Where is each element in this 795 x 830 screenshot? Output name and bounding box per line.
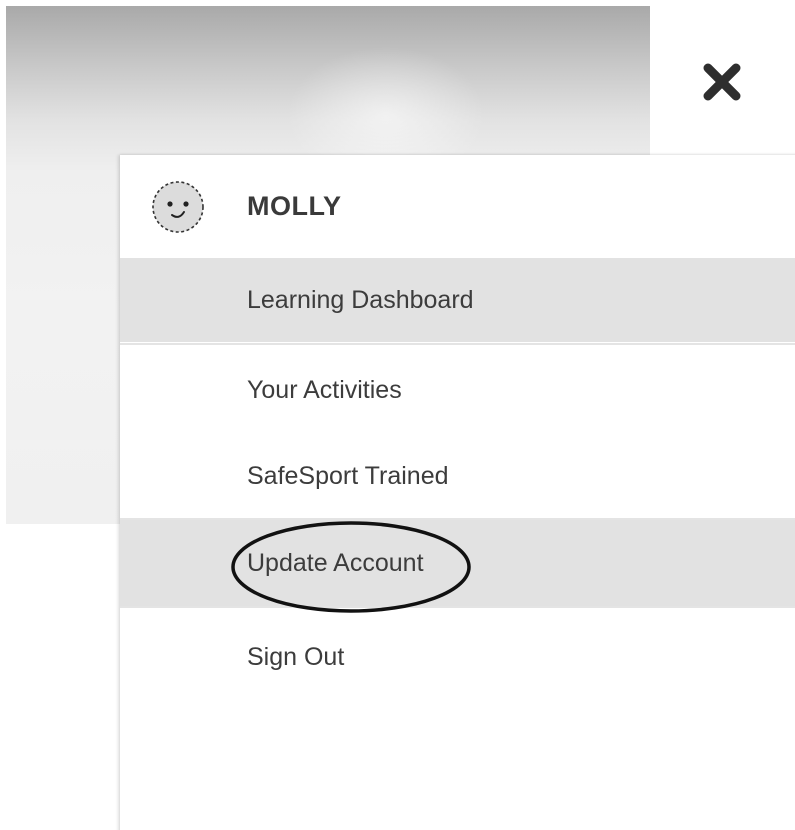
menu-item-label: Update Account	[247, 548, 424, 577]
menu-item-update-account[interactable]: Update Account	[120, 520, 795, 606]
menu-item-safesport-trained[interactable]: SafeSport Trained	[120, 435, 795, 517]
menu-user-header: MOLLY	[120, 155, 795, 258]
account-dropdown-menu: MOLLY Learning Dashboard Your Activities…	[120, 155, 795, 830]
menu-item-label: Your Activities	[247, 375, 402, 404]
menu-item-your-activities[interactable]: Your Activities	[120, 345, 795, 435]
user-name: MOLLY	[247, 191, 342, 221]
menu-item-sign-out[interactable]: Sign Out	[120, 610, 795, 705]
smiley-avatar-icon[interactable]	[150, 179, 206, 235]
close-icon	[703, 63, 741, 101]
menu-item-label: Learning Dashboard	[247, 285, 474, 314]
close-button[interactable]	[698, 58, 746, 106]
menu-item-label: SafeSport Trained	[247, 461, 449, 490]
app-stage: MOLLY Learning Dashboard Your Activities…	[0, 0, 795, 830]
menu-item-label: Sign Out	[247, 643, 345, 671]
divider	[120, 606, 795, 608]
menu-item-learning-dashboard[interactable]: Learning Dashboard	[120, 258, 795, 342]
